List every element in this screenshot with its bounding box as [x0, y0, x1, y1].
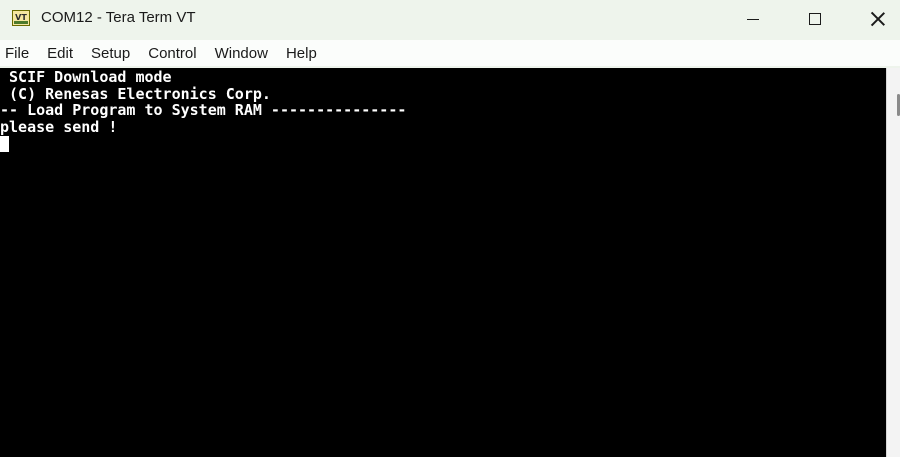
minimize-icon — [747, 18, 759, 20]
terminal-screen[interactable]: SCIF Download mode (C) Renesas Electroni… — [0, 68, 886, 457]
menu-file[interactable]: File — [0, 45, 38, 62]
terminal-line: please send ! — [0, 118, 118, 136]
window-title: COM12 - Tera Term VT — [41, 9, 196, 26]
minimize-button[interactable] — [722, 0, 784, 38]
vertical-scrollbar[interactable] — [886, 68, 900, 457]
close-button[interactable] — [847, 0, 900, 38]
menu-setup[interactable]: Setup — [82, 45, 139, 62]
tera-term-window: VT COM12 - Tera Term VT File Edit Setup … — [0, 0, 900, 457]
menu-bar: File Edit Setup Control Window Help — [0, 40, 900, 66]
terminal-line: -- Load Program to System RAM ----------… — [0, 101, 407, 119]
terminal-line: SCIF Download mode — [0, 68, 172, 86]
menu-edit[interactable]: Edit — [38, 45, 82, 62]
close-icon — [870, 11, 886, 27]
maximize-button[interactable] — [784, 0, 846, 38]
terminal-cursor — [0, 136, 9, 152]
app-icon-bar — [14, 21, 28, 24]
tera-term-vt-icon[interactable]: VT — [12, 10, 30, 26]
menu-window[interactable]: Window — [206, 45, 277, 62]
maximize-icon — [809, 13, 821, 25]
title-bar[interactable]: VT COM12 - Tera Term VT — [0, 0, 900, 38]
menu-help[interactable]: Help — [277, 45, 326, 62]
menu-control[interactable]: Control — [139, 45, 205, 62]
